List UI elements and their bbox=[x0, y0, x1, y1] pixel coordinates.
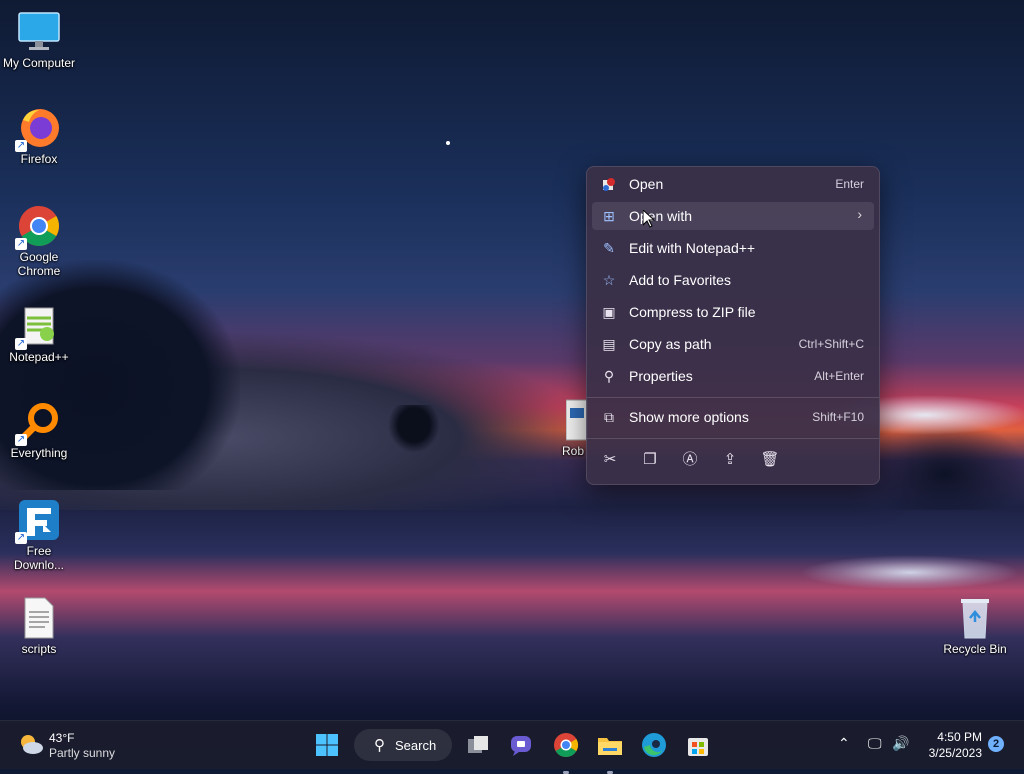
menu-item-open[interactable]: Open Enter bbox=[592, 170, 874, 198]
share-icon[interactable]: ⇪ bbox=[716, 448, 744, 472]
open-icon bbox=[600, 176, 618, 192]
menu-item-label: Show more options bbox=[629, 409, 749, 425]
chrome-icon: ↗ bbox=[15, 204, 61, 250]
partly-sunny-icon bbox=[18, 732, 44, 761]
desktop-icon-partial[interactable]: Rob bbox=[550, 398, 590, 458]
text-file-icon bbox=[17, 596, 61, 640]
everything-search-icon: ↗ bbox=[15, 400, 61, 446]
chat-icon[interactable] bbox=[505, 729, 537, 761]
clock[interactable]: 4:50 PM 3/25/2023 bbox=[929, 729, 982, 761]
chevron-up-icon[interactable]: ⌃ bbox=[838, 735, 850, 752]
desktop-icon-label: My Computer bbox=[2, 56, 76, 70]
desktop-icon-google-chrome[interactable]: ↗ Google Chrome bbox=[1, 204, 77, 278]
download-manager-icon: ↗ bbox=[15, 498, 61, 544]
menu-item-edit-notepadpp[interactable]: ✎ Edit with Notepad++ bbox=[592, 234, 874, 262]
desktop-icon-label: scripts bbox=[21, 642, 57, 656]
clock-date: 3/25/2023 bbox=[928, 746, 982, 760]
menu-item-label: Open bbox=[629, 176, 664, 192]
network-icon[interactable]: 🖵 bbox=[868, 735, 882, 752]
volume-icon[interactable]: 🔊 bbox=[892, 735, 909, 752]
python-file-icon bbox=[565, 398, 589, 442]
menu-item-shortcut: Shift+F10 bbox=[812, 410, 864, 424]
recycle-bin-icon bbox=[953, 596, 997, 640]
search-label: Search bbox=[395, 738, 437, 753]
menu-item-label: Edit with Notepad++ bbox=[629, 240, 756, 256]
menu-item-compress-zip[interactable]: ▣ Compress to ZIP file bbox=[592, 298, 874, 326]
search-icon: ⚲ bbox=[374, 737, 385, 754]
mouse-cursor-icon bbox=[642, 208, 656, 233]
desktop-icon-scripts[interactable]: scripts bbox=[1, 596, 77, 656]
desktop-icon-label: Notepad++ bbox=[9, 350, 69, 364]
menu-item-copy-as-path[interactable]: ▤ Copy as path Ctrl+Shift+C bbox=[592, 330, 874, 358]
shortcut-arrow-icon: ↗ bbox=[15, 532, 27, 544]
desktop-icon-everything[interactable]: ↗ Everything bbox=[1, 400, 77, 460]
context-menu: Open Enter ⊞ Open with › ✎ Edit with Not… bbox=[586, 166, 880, 485]
copy-path-icon: ▤ bbox=[602, 336, 616, 352]
more-options-icon: ⧉ bbox=[604, 409, 614, 425]
rename-icon[interactable]: Ⓐ bbox=[676, 448, 704, 472]
menu-item-shortcut: Enter bbox=[835, 177, 864, 191]
open-with-icon: ⊞ bbox=[603, 208, 615, 224]
desktop-icon-label: Google Chrome bbox=[17, 250, 61, 278]
chevron-right-icon: › bbox=[857, 206, 862, 222]
menu-item-properties[interactable]: ⚲ Properties Alt+Enter bbox=[592, 362, 874, 390]
file-explorer-icon[interactable] bbox=[594, 729, 626, 774]
desktop-icon-label: Firefox bbox=[20, 152, 58, 166]
menu-separator bbox=[587, 397, 879, 398]
start-icon[interactable] bbox=[311, 729, 343, 761]
menu-item-label: Add to Favorites bbox=[629, 272, 731, 288]
notification-badge[interactable]: 2 bbox=[988, 736, 1004, 752]
desktop-icon-label: Everything bbox=[10, 446, 68, 460]
desktop-icon-label: Free Downlo... bbox=[13, 544, 65, 572]
taskbar: 43°F Partly sunny ⚲ Search ⌃ 🖵 🔊 4:50 PM… bbox=[0, 720, 1024, 774]
desktop-icon-firefox[interactable]: ↗ Firefox bbox=[1, 106, 77, 166]
menu-item-show-more-options[interactable]: ⧉ Show more options Shift+F10 bbox=[592, 403, 874, 431]
chrome-icon[interactable] bbox=[550, 729, 582, 774]
notepadpp-icon: ↗ bbox=[15, 304, 61, 350]
weather-temperature: 43°F bbox=[49, 731, 75, 745]
desktop-icon-notepadpp[interactable]: ↗ Notepad++ bbox=[1, 304, 77, 364]
monitor-icon bbox=[17, 10, 61, 54]
menu-item-shortcut: Ctrl+Shift+C bbox=[798, 337, 864, 351]
notepadpp-icon: ✎ bbox=[603, 240, 615, 256]
desktop-icon-recycle-bin[interactable]: Recycle Bin bbox=[937, 596, 1013, 656]
star-icon: ☆ bbox=[602, 272, 616, 288]
shortcut-arrow-icon: ↗ bbox=[15, 434, 27, 446]
menu-item-open-with[interactable]: ⊞ Open with › bbox=[592, 202, 874, 230]
store-icon[interactable] bbox=[682, 729, 714, 761]
cut-icon[interactable]: ✂ bbox=[596, 448, 624, 472]
menu-item-label: Copy as path bbox=[629, 336, 712, 352]
taskbar-search[interactable]: ⚲ Search bbox=[354, 729, 452, 761]
clock-time: 4:50 PM bbox=[937, 730, 982, 744]
desktop-icon-label: Recycle Bin bbox=[943, 642, 1007, 656]
zip-icon: ▣ bbox=[602, 304, 616, 320]
wrench-icon: ⚲ bbox=[603, 368, 615, 384]
desktop-icon-my-computer[interactable]: My Computer bbox=[1, 10, 77, 70]
shortcut-arrow-icon: ↗ bbox=[15, 338, 27, 350]
shortcut-arrow-icon: ↗ bbox=[15, 140, 27, 152]
menu-item-label: Open with bbox=[629, 208, 693, 224]
firefox-icon: ↗ bbox=[15, 106, 61, 152]
edge-icon[interactable] bbox=[638, 729, 670, 761]
menu-item-shortcut: Alt+Enter bbox=[814, 369, 864, 383]
copy-icon[interactable]: ❐ bbox=[636, 448, 664, 472]
task-view-icon[interactable] bbox=[462, 729, 494, 761]
menu-separator bbox=[587, 438, 879, 439]
delete-icon[interactable]: 🗑 bbox=[756, 448, 784, 472]
menu-item-add-favorites[interactable]: ☆ Add to Favorites bbox=[592, 266, 874, 294]
weather-condition: Partly sunny bbox=[49, 746, 116, 760]
desktop-icon-free-download-manager[interactable]: ↗ Free Downlo... bbox=[1, 498, 77, 572]
menu-item-label: Properties bbox=[629, 368, 693, 384]
menu-item-label: Compress to ZIP file bbox=[629, 304, 756, 320]
shortcut-arrow-icon: ↗ bbox=[15, 238, 27, 250]
